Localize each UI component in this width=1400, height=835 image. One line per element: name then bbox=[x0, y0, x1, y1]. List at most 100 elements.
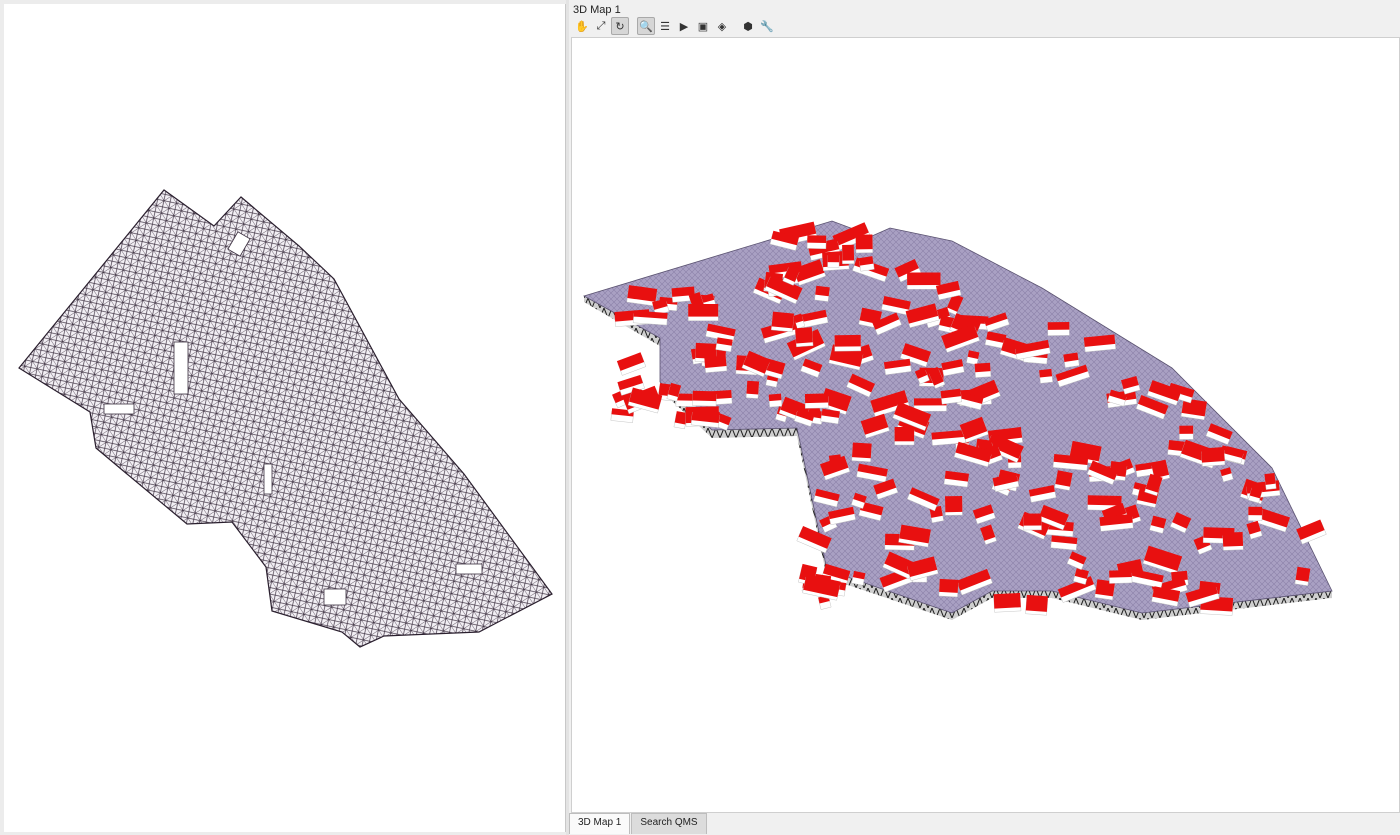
building-roof bbox=[692, 390, 717, 402]
building-roof bbox=[939, 578, 959, 593]
building-roof bbox=[704, 355, 727, 368]
tab-3d-map-1[interactable]: 3D Map 1 bbox=[569, 813, 631, 834]
building bbox=[806, 235, 827, 249]
map3d-toolbar: ✋ ⤢ ↻ 🔍 ☰ ▶ ▣ ◈ ⬢ 🔧 bbox=[573, 17, 776, 35]
building bbox=[993, 592, 1022, 613]
building bbox=[944, 495, 963, 516]
building-roof bbox=[804, 393, 829, 404]
building-roof bbox=[1055, 470, 1073, 487]
configure-icon[interactable]: 🔧 bbox=[758, 17, 776, 35]
building bbox=[1047, 321, 1070, 336]
building-roof bbox=[768, 393, 782, 402]
building bbox=[894, 427, 915, 446]
building-roof bbox=[688, 304, 719, 317]
building bbox=[771, 311, 795, 333]
building bbox=[1023, 513, 1042, 531]
triangulated-mesh-layer bbox=[18, 189, 553, 648]
building bbox=[1294, 566, 1311, 586]
building-roof bbox=[1047, 321, 1070, 330]
building bbox=[1296, 519, 1327, 545]
building-roof bbox=[746, 380, 760, 395]
building-roof bbox=[894, 427, 915, 442]
save-image-icon[interactable]: ▣ bbox=[694, 17, 712, 35]
building bbox=[745, 380, 760, 399]
rotate-icon[interactable]: ↻ bbox=[611, 17, 629, 35]
building bbox=[858, 256, 875, 272]
building bbox=[1083, 334, 1116, 353]
mesh-hole bbox=[455, 563, 483, 575]
building bbox=[768, 393, 783, 408]
dock-title: 3D Map 1 bbox=[573, 4, 621, 16]
building-roof bbox=[1201, 447, 1225, 463]
building bbox=[616, 352, 647, 376]
building bbox=[715, 337, 733, 353]
building bbox=[692, 390, 717, 407]
building-roof bbox=[974, 362, 991, 373]
building bbox=[814, 285, 830, 302]
terrain-3d-scene bbox=[582, 220, 1333, 620]
dock-3d-map: 3D Map 1 ✋ ⤢ ↻ 🔍 ☰ ▶ ▣ ◈ ⬢ 🔧 3D Map 1 Se… bbox=[569, 0, 1400, 835]
building-roof bbox=[1025, 594, 1048, 612]
building-roof bbox=[1295, 566, 1311, 582]
building-roof bbox=[855, 234, 873, 250]
building bbox=[704, 355, 728, 373]
building-roof bbox=[1264, 472, 1276, 485]
building bbox=[1201, 447, 1226, 467]
building bbox=[1264, 472, 1277, 490]
building bbox=[632, 310, 668, 326]
mesh-hole bbox=[173, 341, 189, 395]
pan-icon[interactable]: ✋ bbox=[573, 17, 591, 35]
building-roof bbox=[795, 327, 813, 344]
building bbox=[795, 327, 814, 348]
building-roof bbox=[1039, 368, 1053, 378]
building bbox=[841, 244, 855, 265]
building bbox=[827, 252, 840, 268]
building-roof bbox=[945, 495, 963, 513]
building bbox=[1179, 425, 1194, 440]
building-roof bbox=[815, 285, 830, 297]
bottom-tab-bar: 3D Map 1 Search QMS bbox=[569, 813, 708, 834]
building bbox=[690, 409, 720, 428]
building bbox=[1108, 569, 1133, 584]
mesh-hole bbox=[263, 463, 273, 495]
building-roof bbox=[834, 334, 861, 347]
camera-icon[interactable]: ⬢ bbox=[739, 17, 757, 35]
building bbox=[673, 411, 688, 430]
building-roof bbox=[1179, 425, 1194, 434]
animation-play-icon[interactable]: ▶ bbox=[675, 17, 693, 35]
tab-search-qms[interactable]: Search QMS bbox=[631, 813, 707, 834]
building bbox=[1054, 470, 1073, 491]
map-canvas-2d[interactable] bbox=[4, 4, 566, 832]
zoom-full-icon[interactable]: ⤢ bbox=[592, 17, 610, 35]
building-roof bbox=[1222, 531, 1244, 547]
building bbox=[851, 570, 866, 586]
building bbox=[1248, 506, 1263, 521]
building bbox=[906, 272, 941, 290]
building bbox=[804, 393, 829, 409]
building bbox=[974, 362, 992, 378]
building bbox=[855, 234, 873, 254]
building bbox=[1222, 531, 1244, 551]
building bbox=[1039, 368, 1053, 384]
mesh-hole bbox=[103, 403, 135, 415]
mesh-hole bbox=[323, 588, 347, 606]
building bbox=[687, 304, 719, 322]
building-roof bbox=[907, 272, 941, 286]
identify-icon[interactable]: 🔍 bbox=[637, 17, 655, 35]
building-roof bbox=[807, 235, 827, 243]
building bbox=[1063, 352, 1080, 368]
building-roof bbox=[993, 592, 1021, 609]
building-roof bbox=[695, 342, 718, 359]
building-roof bbox=[827, 252, 840, 263]
building-roof bbox=[852, 442, 872, 459]
building bbox=[938, 578, 959, 598]
building bbox=[940, 388, 962, 405]
building-roof bbox=[1248, 506, 1263, 516]
building bbox=[834, 334, 862, 352]
building-roof bbox=[1087, 495, 1122, 506]
map3d-canvas[interactable] bbox=[571, 37, 1400, 813]
measure-icon[interactable]: ☰ bbox=[656, 17, 674, 35]
export-3d-icon[interactable]: ◈ bbox=[713, 17, 731, 35]
building-roof bbox=[1023, 513, 1042, 526]
building bbox=[820, 408, 840, 425]
